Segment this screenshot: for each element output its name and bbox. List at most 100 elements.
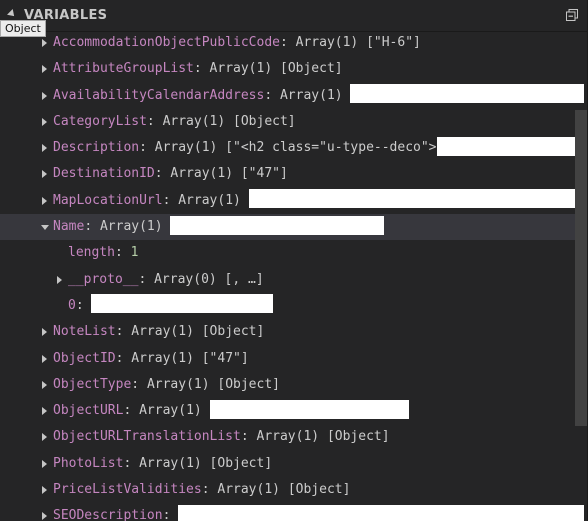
tree-row[interactable]: AccommodationObjectPublicCode: Array(1) … xyxy=(0,30,575,56)
redacted-value xyxy=(350,84,585,104)
row-content: AccommodationObjectPublicCode: Array(1) … xyxy=(53,30,421,56)
chevron-down-icon[interactable] xyxy=(7,9,17,19)
variable-name: PhotoList xyxy=(53,455,124,471)
variable-value: Array(1) ["H-6"] xyxy=(295,35,421,50)
tree-row[interactable]: ObjectID: Array(1) ["47"] xyxy=(0,346,575,372)
expand-right-icon[interactable] xyxy=(42,117,47,126)
separator: : xyxy=(75,297,92,313)
separator: : xyxy=(154,166,171,182)
separator: : xyxy=(139,140,155,156)
expand-right-icon[interactable] xyxy=(42,91,47,100)
row-content: DestinationID: Array(1) ["47"] xyxy=(53,161,288,187)
separator: : xyxy=(123,403,140,419)
tree-child-row[interactable]: __proto__: Array(0) [, …] xyxy=(0,267,575,293)
row-content: length: 1 xyxy=(68,240,138,266)
redacted-value xyxy=(248,189,583,209)
variable-value: Array(1) [Object] xyxy=(162,113,296,129)
variable-name: AttributeGroupList xyxy=(53,61,194,77)
expand-right-icon[interactable] xyxy=(42,39,47,47)
expand-right-icon[interactable] xyxy=(42,407,47,416)
tree-row[interactable]: CategoryList: Array(1) [Object] xyxy=(0,109,575,135)
vertical-scrollbar-thumb[interactable] xyxy=(575,110,587,426)
tree-row[interactable]: ObjectURLTranslationList: Array(1) [Obje… xyxy=(0,424,575,450)
variable-value: Array(1) [Object] xyxy=(131,324,265,340)
row-content: MapLocationUrl: Array(1) xyxy=(53,188,583,214)
variable-name: ObjectID xyxy=(53,350,116,366)
expand-right-icon[interactable] xyxy=(42,433,47,442)
variable-value: Array(1) [Object] xyxy=(209,61,343,77)
variables-tree: AccommodationObjectPublicCode: Array(1) … xyxy=(0,30,585,521)
tree-child-row[interactable]: 0: xyxy=(0,293,575,319)
separator: : xyxy=(138,271,155,287)
row-content: __proto__: Array(0) [, …] xyxy=(68,267,264,293)
tree-row[interactable]: NoteList: Array(1) [Object] xyxy=(0,319,575,345)
variable-name: ObjectURLTranslationList xyxy=(53,429,241,445)
tree-row[interactable]: SEODescription: xyxy=(0,503,585,521)
variable-name: CategoryList xyxy=(53,113,147,129)
variable-value: Array(1) xyxy=(99,219,171,235)
redacted-value xyxy=(436,136,585,156)
separator: : xyxy=(201,482,218,498)
row-content: ObjectURL: Array(1) xyxy=(53,398,409,424)
expand-right-icon[interactable] xyxy=(42,196,47,205)
row-content: CategoryList: Array(1) [Object] xyxy=(53,109,296,135)
row-content: ObjectID: Array(1) ["47"] xyxy=(53,346,249,372)
variable-value: 1 xyxy=(130,245,139,261)
tree-row[interactable]: MapLocationUrl: Array(1) xyxy=(0,188,583,214)
tree-row[interactable]: AvailabilityCalendarAddress: Array(1) xyxy=(0,83,585,109)
expand-right-icon[interactable] xyxy=(42,380,47,389)
separator: : xyxy=(146,113,163,129)
row-content: Name: Array(1) xyxy=(53,214,385,240)
tree-row[interactable]: Description: Array(1) ["<h2 class="u-typ… xyxy=(0,135,585,161)
expand-right-icon[interactable] xyxy=(42,512,47,521)
tree-row[interactable]: PhotoList: Array(1) [Object] xyxy=(0,451,575,477)
variable-value: Array(1) [Object] xyxy=(146,376,280,392)
tree-row[interactable]: ObjectType: Array(1) [Object] xyxy=(0,372,575,398)
variable-name: ObjectType xyxy=(53,376,132,392)
variable-name: 0 xyxy=(68,297,76,313)
redacted-value xyxy=(170,215,385,235)
separator: : xyxy=(123,455,140,471)
row-content: AttributeGroupList: Array(1) [Object] xyxy=(53,56,343,82)
expand-right-icon[interactable] xyxy=(42,65,47,74)
row-content: AvailabilityCalendarAddress: Array(1) xyxy=(53,83,585,109)
redacted-value xyxy=(178,504,585,521)
variable-name: __proto__ xyxy=(68,271,139,287)
expand-right-icon[interactable] xyxy=(42,486,47,495)
variable-value: Array(1) [Object] xyxy=(139,455,273,471)
row-content: Description: Array(1) ["<h2 class="u-typ… xyxy=(53,135,585,161)
separator: : xyxy=(131,376,147,392)
separator: : xyxy=(279,35,296,50)
variables-section-header[interactable]: VARIABLES xyxy=(0,0,588,32)
variable-name: Name xyxy=(53,219,85,235)
expand-down-icon[interactable] xyxy=(41,225,49,231)
tree-row[interactable]: PriceListValidities: Array(1) [Object] xyxy=(0,477,575,503)
redacted-value xyxy=(91,294,274,314)
tree-row[interactable]: DestinationID: Array(1) ["47"] xyxy=(0,161,575,187)
variable-name: Description xyxy=(53,140,140,156)
tree-child-row[interactable]: length: 1 xyxy=(0,240,575,266)
variables-panel: VARIABLES Object AccommodationObjectPubl… xyxy=(0,0,588,521)
row-content: ObjectURLTranslationList: Array(1) [Obje… xyxy=(53,424,390,450)
tree-row[interactable]: AttributeGroupList: Array(1) [Object] xyxy=(0,56,575,82)
expand-right-icon[interactable] xyxy=(42,170,47,179)
variable-value: Array(1) xyxy=(279,87,351,103)
separator: : xyxy=(84,219,100,235)
expand-right-icon[interactable] xyxy=(42,144,47,153)
variable-name: MapLocationUrl xyxy=(53,192,163,208)
variable-name: ObjectURL xyxy=(53,403,124,419)
tree-row[interactable]: Name: Array(1) xyxy=(0,214,575,241)
collapse-all-icon[interactable] xyxy=(566,9,578,21)
expand-right-icon[interactable] xyxy=(42,459,47,468)
tree-row[interactable]: ObjectURL: Array(1) xyxy=(0,398,575,424)
variable-value: Array(1) ["<h2 class="u-type--deco"> xyxy=(154,140,437,156)
expand-right-icon[interactable] xyxy=(57,275,62,284)
expand-right-icon[interactable] xyxy=(42,354,47,363)
separator: : xyxy=(240,429,257,445)
variable-name: AvailabilityCalendarAddress xyxy=(53,87,265,103)
expand-right-icon[interactable] xyxy=(42,328,47,337)
row-content: 0: xyxy=(68,293,274,319)
variable-value: Array(1) ["47"] xyxy=(131,350,249,366)
separator: : xyxy=(115,324,132,340)
row-content: PriceListValidities: Array(1) [Object] xyxy=(53,477,350,503)
